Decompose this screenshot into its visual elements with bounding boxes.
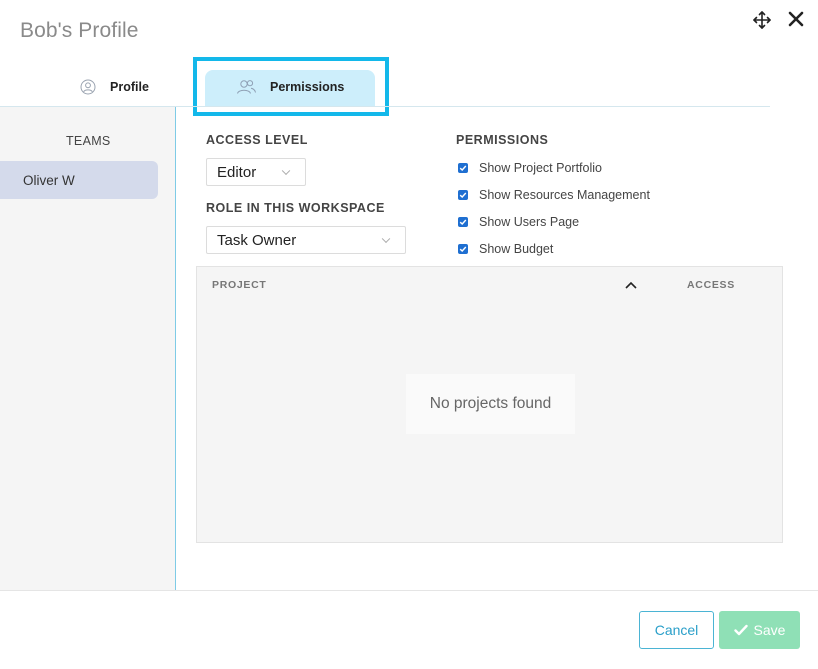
permission-project-portfolio: Show Project Portfolio — [458, 161, 602, 175]
role-value: Task Owner — [217, 231, 297, 249]
permission-resources-management: Show Resources Management — [458, 188, 650, 202]
checkmark-icon — [459, 219, 467, 225]
checkmark-icon — [459, 192, 467, 198]
permission-users-page: Show Users Page — [458, 215, 579, 229]
dialog-title: Bob's Profile — [20, 19, 139, 42]
chevron-up-icon[interactable] — [625, 280, 637, 290]
footer-divider — [0, 590, 818, 591]
checkbox-resources-management[interactable] — [458, 190, 468, 200]
permission-label: Show Budget — [479, 242, 554, 256]
permission-label: Show Project Portfolio — [479, 161, 602, 175]
column-header-access[interactable]: ACCESS — [687, 279, 735, 291]
save-button[interactable]: Save — [719, 611, 800, 649]
checkbox-users-page[interactable] — [458, 217, 468, 227]
projects-table: PROJECT ACCESS No projects found — [196, 266, 783, 543]
checkmark-icon — [459, 165, 467, 171]
move-arrows-icon[interactable] — [752, 10, 772, 30]
access-level-label: ACCESS LEVEL — [206, 133, 308, 147]
save-button-label: Save — [753, 622, 786, 638]
tab-profile[interactable]: Profile — [80, 72, 149, 102]
teams-sidebar: TEAMS Oliver W — [0, 107, 176, 590]
checkmark-icon — [459, 246, 467, 252]
role-label: ROLE IN THIS WORKSPACE — [206, 201, 385, 215]
permission-budget: Show Budget — [458, 242, 553, 256]
cancel-button-label: Cancel — [654, 622, 699, 638]
tab-permissions[interactable]: Permissions — [205, 70, 375, 106]
user-circle-icon — [80, 79, 96, 95]
close-icon[interactable] — [787, 10, 805, 28]
checkbox-project-portfolio[interactable] — [458, 163, 468, 173]
users-icon — [237, 80, 256, 94]
chevron-down-icon — [381, 234, 391, 244]
access-level-value: Editor — [217, 163, 257, 181]
team-item-oliver-w[interactable]: Oliver W — [0, 161, 158, 199]
permissions-heading: PERMISSIONS — [456, 133, 549, 147]
column-header-project[interactable]: PROJECT — [212, 279, 267, 291]
access-level-select[interactable]: Editor — [206, 158, 306, 186]
permission-label: Show Resources Management — [479, 188, 650, 202]
permission-label: Show Users Page — [479, 215, 580, 229]
teams-heading: TEAMS — [66, 134, 111, 148]
checkbox-budget[interactable] — [458, 244, 468, 254]
role-select[interactable]: Task Owner — [206, 226, 406, 254]
tab-profile-label: Profile — [110, 80, 149, 94]
chevron-down-icon — [281, 166, 291, 176]
tab-permissions-label: Permissions — [270, 80, 345, 94]
checkmark-icon — [733, 624, 748, 636]
cancel-button[interactable]: Cancel — [639, 611, 714, 649]
empty-state-message: No projects found — [406, 374, 575, 434]
